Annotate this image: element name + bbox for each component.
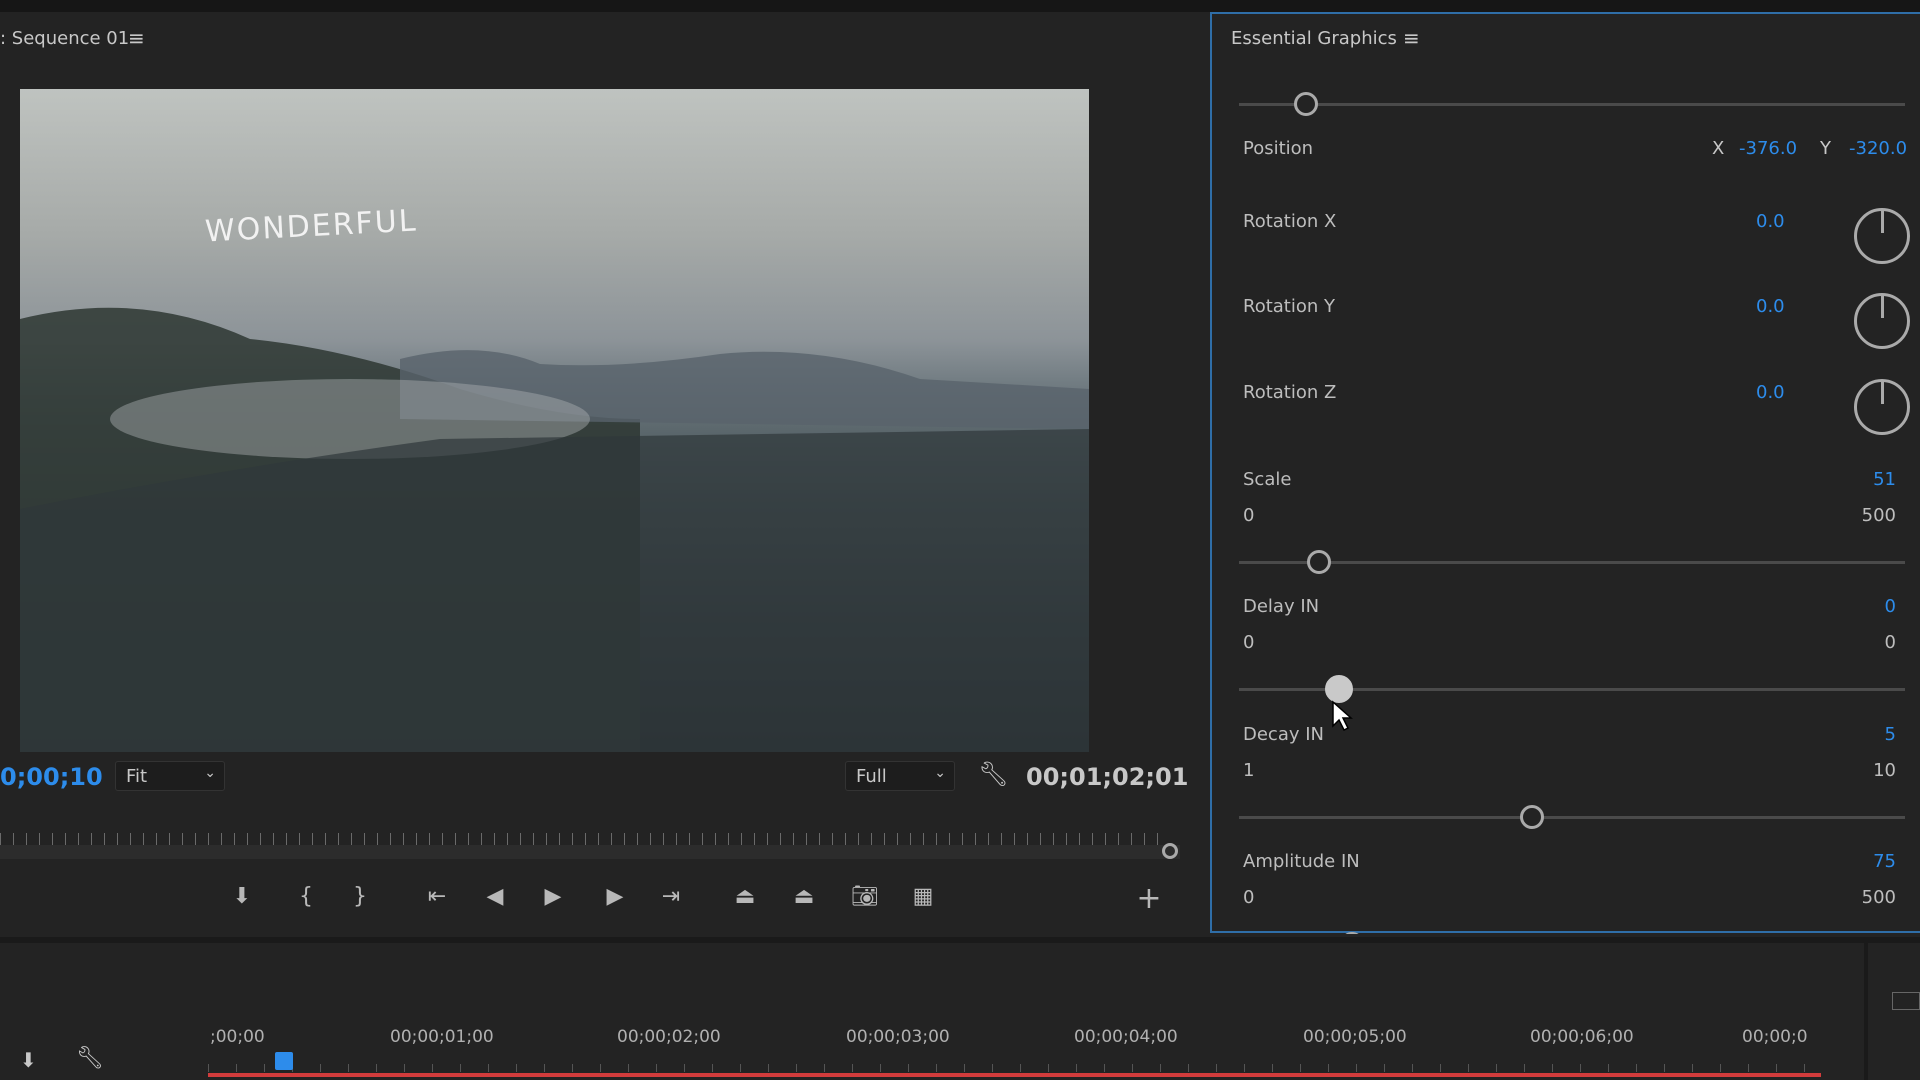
program-monitor-title: : Sequence 01 [0, 28, 130, 49]
position-x-label: X [1712, 138, 1725, 159]
timecode-tick-label: 00;00;04;00 [1074, 1027, 1178, 1047]
rotation-label: Rotation Y [1243, 296, 1335, 317]
scrub-bar[interactable] [0, 845, 1180, 859]
slider-value[interactable]: 51 [1873, 469, 1896, 490]
wrench-icon[interactable]: 🔧︎ [76, 1046, 104, 1071]
program-video-frame[interactable]: WONDERFUL [20, 89, 1089, 752]
timecode-tick-label: 00;00;0 [1742, 1027, 1808, 1047]
landscape-image [20, 307, 1089, 752]
slider-min: 0 [1243, 505, 1255, 526]
timecode-tick-label: 00;00;03;00 [846, 1027, 950, 1047]
position-x-value[interactable]: -376.0 [1739, 138, 1797, 159]
work-area-bar[interactable] [208, 1073, 1821, 1077]
add-marker-icon[interactable]: ⬇︎ [20, 1048, 37, 1072]
slider-value[interactable]: 5 [1885, 724, 1896, 745]
slider-knob[interactable] [1520, 805, 1545, 829]
rotation-dial-icon[interactable] [1854, 208, 1910, 264]
export-frame-icon[interactable]: 📷︎ [850, 882, 880, 912]
slider-max: 10 [1873, 760, 1896, 781]
rotation-value[interactable]: 0.0 [1756, 382, 1785, 403]
slider-min: 0 [1243, 632, 1255, 653]
timecode-tick-label: 00;00;01;00 [390, 1027, 494, 1047]
rotation-label: Rotation Z [1243, 382, 1337, 403]
slider-min: 0 [1243, 887, 1255, 908]
current-timecode[interactable]: 0;00;10 [0, 763, 103, 791]
slider-knob[interactable] [1324, 675, 1353, 703]
go-to-out-icon[interactable]: ⇥ [656, 882, 686, 912]
lift-icon[interactable]: ⏏︎ [730, 882, 760, 912]
time-ruler[interactable] [0, 820, 1170, 845]
position-y-label: Y [1820, 138, 1831, 159]
wrench-icon[interactable]: 🔧︎ [978, 760, 1008, 788]
slider-track[interactable] [1239, 805, 1905, 829]
rotation-dial-icon[interactable] [1854, 379, 1910, 435]
slider-knob[interactable] [1293, 92, 1318, 116]
zoom-level-value: Fit [126, 766, 148, 787]
step-forward-icon[interactable]: ▶ [600, 882, 630, 912]
rotation-dial-icon[interactable] [1854, 293, 1910, 349]
timeline-ruler[interactable] [208, 1050, 1821, 1072]
scroll-box[interactable] [1892, 992, 1920, 1010]
zoom-handle[interactable] [1162, 843, 1178, 859]
go-to-in-icon[interactable]: ⇤ [422, 882, 452, 912]
slider-track[interactable] [1239, 675, 1905, 703]
step-back-icon[interactable]: ◀ [480, 882, 510, 912]
slider-label: Delay IN [1243, 596, 1320, 617]
hamburger-icon[interactable]: ≡ [128, 26, 145, 50]
chevron-down-icon: ⌄ [934, 765, 946, 781]
essential-graphics-panel [1210, 12, 1920, 933]
playhead[interactable] [275, 1052, 293, 1070]
top-slider[interactable] [1239, 92, 1905, 116]
timecode-tick-label: ;00;00 [210, 1027, 265, 1047]
playback-resolution-dropdown[interactable]: Full ⌄ [845, 761, 955, 791]
slider-max: 0 [1884, 632, 1896, 653]
resolution-value: Full [856, 766, 887, 787]
slider-label: Decay IN [1243, 724, 1325, 745]
add-button-icon[interactable]: + [1134, 884, 1164, 914]
slider-value[interactable]: 0 [1885, 596, 1896, 617]
rotation-value[interactable]: 0.0 [1756, 211, 1785, 232]
marker-icon[interactable]: ⬇︎ [227, 882, 257, 912]
slider-track[interactable] [1239, 550, 1905, 574]
zoom-level-dropdown[interactable]: Fit ⌄ [115, 761, 225, 791]
rotation-label: Rotation X [1243, 211, 1337, 232]
position-label: Position [1243, 138, 1314, 159]
top-bar [0, 0, 1920, 12]
timecode-tick-label: 00;00;06;00 [1530, 1027, 1634, 1047]
panel-title: Essential Graphics [1231, 28, 1397, 49]
chevron-down-icon: ⌄ [204, 765, 216, 781]
slider-label: Scale [1243, 469, 1292, 490]
slider-value[interactable]: 75 [1873, 851, 1896, 872]
timecode-tick-label: 00;00;02;00 [617, 1027, 721, 1047]
slider-min: 1 [1243, 760, 1255, 781]
panel-divider [1864, 943, 1868, 1080]
mouse-cursor-icon [1331, 700, 1353, 736]
timecode-tick-label: 00;00;05;00 [1303, 1027, 1407, 1047]
rotation-value[interactable]: 0.0 [1756, 296, 1785, 317]
slider-label: Amplitude IN [1243, 851, 1360, 872]
hamburger-icon[interactable]: ≡ [1403, 26, 1420, 50]
extract-icon[interactable]: ⏏︎ [789, 882, 819, 912]
play-icon[interactable]: ▶ [538, 882, 568, 912]
slider-max: 500 [1861, 887, 1896, 908]
mark-in-icon[interactable]: { [291, 882, 321, 912]
mark-out-icon[interactable]: } [345, 882, 375, 912]
compare-view-icon[interactable]: ▦ [908, 882, 938, 912]
slider-max: 500 [1861, 505, 1896, 526]
slider-knob[interactable] [1306, 550, 1331, 574]
position-y-value[interactable]: -320.0 [1849, 138, 1907, 159]
duration-timecode: 00;01;02;01 [1026, 763, 1189, 791]
